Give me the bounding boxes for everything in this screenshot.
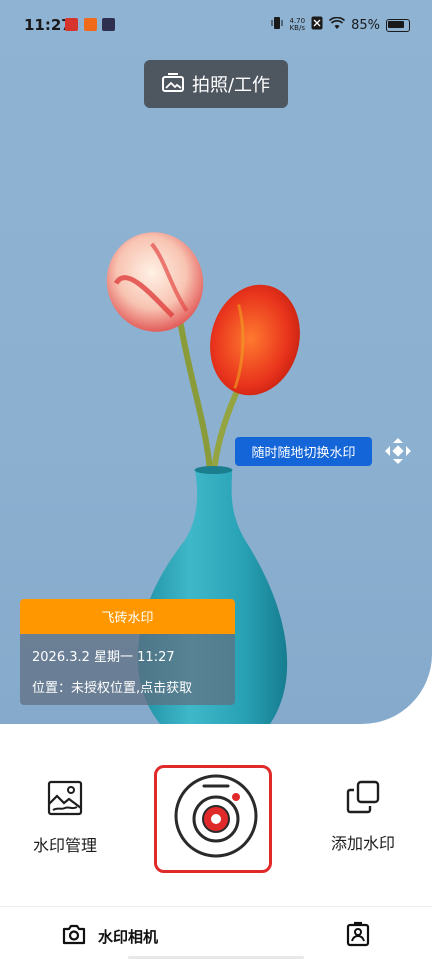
app-notification-icon	[65, 18, 78, 31]
watermark-title: 飞砖水印	[20, 599, 235, 634]
watermark-datetime: 2026.3.2 星期一 11:27	[32, 650, 175, 665]
status-bar: 11:27 4.70 KB/s 85%	[0, 0, 432, 52]
battery-icon	[386, 18, 410, 32]
id-badge-icon	[346, 921, 370, 947]
camera-icon	[62, 923, 86, 949]
home-indicator	[128, 956, 304, 959]
add-watermark-button[interactable]: 添加水印	[331, 780, 395, 854]
watermark-card[interactable]: 飞砖水印 2026.3.2 星期一 11:27 位置：未授权位置,点击获取	[20, 599, 235, 705]
switch-watermark-button[interactable]: 随时随地切换水印	[235, 437, 372, 466]
camera-viewfinder[interactable]: 11:27 4.70 KB/s 85% 拍照/工作 随时随地切换水印 飞砖水印 …	[0, 0, 432, 724]
app-notification-icon-2	[84, 18, 97, 31]
watermark-manage-button[interactable]: 水印管理	[33, 780, 97, 856]
nav-watermark-camera[interactable]: 水印相机	[62, 923, 158, 949]
nav-profile[interactable]	[345, 921, 371, 947]
watermark-title-text: 飞砖水印	[101, 611, 154, 626]
add-watermark-label: 添加水印	[331, 834, 396, 853]
wifi-icon	[329, 16, 346, 34]
photo-work-mode-button[interactable]: 拍照/工作	[144, 60, 288, 108]
status-icons: 4.70 KB/s 85%	[270, 16, 410, 34]
move-arrows-icon[interactable]	[384, 437, 412, 465]
camera-shutter-icon	[174, 774, 258, 858]
watermark-location[interactable]: 位置：未授权位置,点击获取	[32, 677, 223, 696]
shutter-button[interactable]	[173, 773, 259, 859]
sim-off-icon	[311, 16, 323, 34]
watermark-body: 2026.3.2 星期一 11:27 位置：未授权位置,点击获取	[20, 634, 235, 705]
photo-album-icon	[161, 72, 184, 97]
video-app-icon	[102, 18, 115, 31]
watermark-manage-label: 水印管理	[33, 836, 98, 855]
net-speed: 4.70 KB/s	[290, 18, 306, 32]
nav-camera-label: 水印相机	[98, 927, 159, 946]
image-gallery-icon	[47, 780, 83, 820]
vibrate-icon	[270, 16, 284, 34]
battery-percent: 85%	[351, 17, 380, 33]
net-speed-unit: KB/s	[289, 24, 305, 32]
switch-watermark-label: 随时随地切换水印	[251, 446, 356, 461]
copy-squares-icon	[346, 780, 380, 818]
mode-button-label: 拍照/工作	[191, 75, 271, 96]
